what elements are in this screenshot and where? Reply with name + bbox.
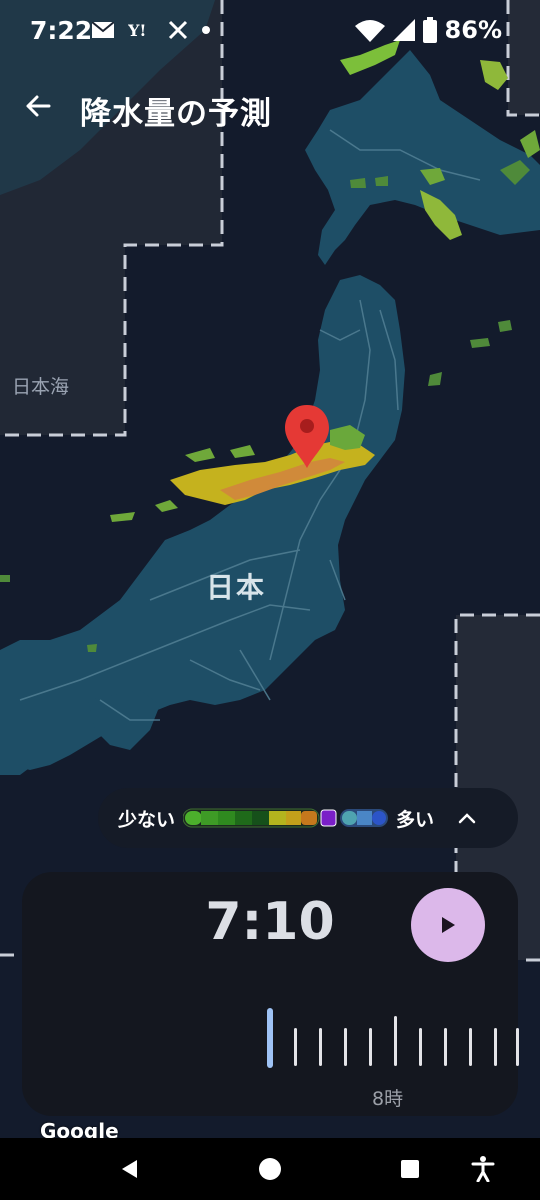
timeline-tick (344, 1028, 347, 1066)
legend-more-label: 多い (396, 808, 435, 831)
play-button[interactable] (411, 888, 485, 962)
timeline-tick (294, 1028, 297, 1066)
timeline-tick (444, 1028, 447, 1066)
country-label: 日本 (206, 571, 267, 604)
timeline-tick (494, 1028, 497, 1066)
timeline-tick (369, 1028, 372, 1066)
timeline-tick (319, 1028, 322, 1066)
square-recents-icon (401, 1160, 419, 1178)
sea-label: 日本海 (12, 376, 70, 398)
timeline-tick (516, 1028, 519, 1066)
legend-less-label: 少ない (118, 808, 176, 831)
arrow-back-icon (26, 95, 51, 117)
signal-icon (392, 19, 415, 41)
status-time: 7:22 (30, 16, 93, 45)
system-navigation-bar (0, 1138, 540, 1200)
yahoo-icon: Y! (128, 21, 146, 39)
battery-percent: 86% (444, 16, 502, 44)
play-icon (442, 917, 455, 933)
timeline-current-marker[interactable] (267, 1008, 273, 1068)
timeline-scrubber[interactable] (22, 992, 519, 1072)
nav-back-button[interactable] (112, 1152, 146, 1186)
timeline-hour-tick (394, 1016, 397, 1066)
timeline-tick (469, 1028, 472, 1066)
accessibility-icon (471, 1156, 495, 1182)
timeline-tick (419, 1028, 422, 1066)
forecast-time-panel: 7:10 8時 (22, 872, 519, 1116)
svg-text:Y!: Y! (128, 21, 146, 39)
dot-icon (202, 26, 210, 34)
circle-home-icon (259, 1158, 281, 1180)
screen: 日本海 日本 7:22 Y! 86% 降水量の予測 少ない 多い 7:10 8時… (0, 0, 540, 1200)
status-bar: 7:22 Y! 86% (0, 0, 540, 68)
battery-icon (422, 17, 437, 43)
precipitation-legend[interactable]: 少ない 多い (98, 788, 518, 848)
legend-color-scale (183, 808, 389, 828)
triangle-back-icon (122, 1160, 137, 1178)
app-bar: 降水量の予測 (0, 78, 540, 142)
page-title: 降水量の予測 (80, 96, 272, 132)
nav-home-button[interactable] (253, 1152, 287, 1186)
notification-icons: Y! (92, 20, 210, 40)
legend-expand-button[interactable] (452, 803, 482, 833)
nav-recents-button[interactable] (393, 1152, 427, 1186)
timeline-hour-label: 8時 (372, 1088, 404, 1110)
accessibility-button[interactable] (466, 1152, 500, 1186)
back-button[interactable] (18, 86, 58, 126)
x-icon (168, 20, 188, 40)
mail-icon (92, 22, 114, 38)
wifi-icon (354, 20, 385, 42)
status-right: 86% (354, 16, 502, 44)
chevron-up-icon (458, 813, 476, 824)
